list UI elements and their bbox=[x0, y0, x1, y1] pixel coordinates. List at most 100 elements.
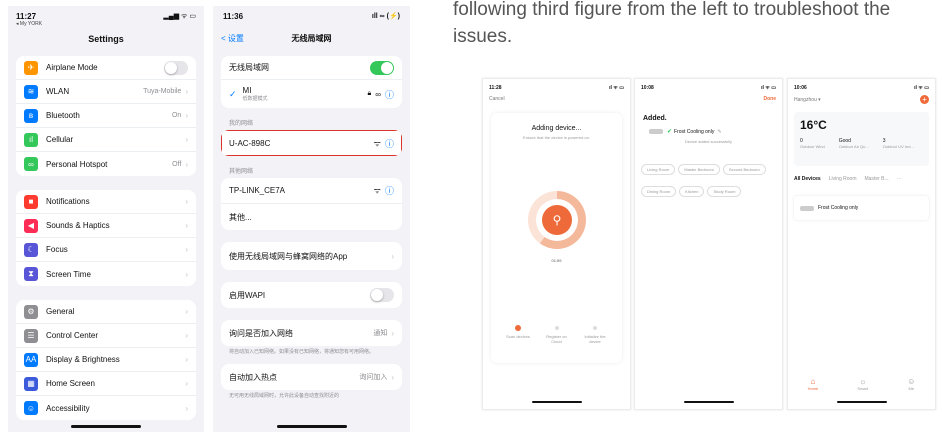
chevron-right-icon: › bbox=[185, 197, 188, 206]
chevron-right-icon: › bbox=[185, 331, 188, 340]
status-bar: 11:36 ıll ∞ (⚡) bbox=[213, 6, 410, 28]
settings-row-notifications[interactable]: ■ Notifications › bbox=[16, 190, 196, 214]
lock-icon: 🔒︎ bbox=[367, 90, 372, 97]
toggle-switch[interactable] bbox=[164, 60, 188, 75]
home-indicator bbox=[836, 401, 887, 403]
auto-hotspot-group: 自动加入热点 询问加入 › bbox=[221, 364, 402, 390]
chevron-right-icon: › bbox=[185, 159, 188, 169]
tab-living-room[interactable]: Living Room bbox=[829, 176, 857, 182]
edit-icon[interactable]: ✎ bbox=[717, 129, 721, 135]
tab-all-devices[interactable]: All Devices bbox=[794, 176, 821, 182]
settings-row-wlan[interactable]: ≋ WLAN Tuya-Mobile › bbox=[16, 80, 196, 104]
connected-network-row[interactable]: ✓ MI 低数据模式 🔒︎ ∞ ⓘ bbox=[221, 80, 402, 108]
apps-row[interactable]: 使用无线局域网与蜂窝网络的App › bbox=[221, 242, 402, 270]
auto-hotspot-label: 自动加入热点 bbox=[229, 372, 277, 382]
network-row[interactable]: TP-LINK_CE7A ᯤ ⓘ bbox=[221, 178, 402, 204]
settings-row-display-brightness[interactable]: AA Display & Brightness › bbox=[16, 348, 196, 372]
auto-hotspot-row[interactable]: 自动加入热点 询问加入 › bbox=[221, 364, 402, 390]
status-time: 11:28 bbox=[489, 85, 502, 91]
chevron-right-icon: › bbox=[185, 269, 188, 279]
apps-label: 使用无线局域网与蜂窝网络的App bbox=[229, 251, 348, 261]
settings-row-label: Focus bbox=[46, 245, 68, 254]
other-network-label: 其他... bbox=[229, 212, 252, 222]
ask-join-row[interactable]: 询问是否加入网络 通知 › bbox=[221, 320, 402, 346]
settings-row-screen-time[interactable]: ⧗ Screen Time › bbox=[16, 262, 196, 286]
settings-row-label: Sounds & Haptics bbox=[46, 221, 110, 230]
wapi-group: 启用WAPI bbox=[221, 282, 402, 308]
settings-row-personal-hotspot[interactable]: ∞ Personal Hotspot Off › bbox=[16, 152, 196, 176]
settings-screen: 11:27 ◂ My YORK ▂▄▆ ᯤ ▭ Settings ✈ Airpla… bbox=[8, 6, 204, 432]
other-networks-header: 其他网络 bbox=[229, 169, 254, 175]
nav-smart[interactable]: ☼ Smart bbox=[857, 377, 868, 391]
room-chip[interactable]: Master Bedroom bbox=[678, 164, 720, 175]
settings-row-value: On bbox=[171, 112, 182, 119]
wlan-toggle[interactable] bbox=[370, 60, 394, 75]
search-button[interactable]: ⚲ bbox=[542, 205, 572, 235]
settings-row-cellular[interactable]: ıl Cellular › bbox=[16, 128, 196, 152]
bottom-nav: ⌂ Home ☼ Smart ☺ Me bbox=[788, 377, 935, 391]
settings-row-airplane-mode[interactable]: ✈ Airplane Mode bbox=[16, 56, 196, 80]
settings-row-focus[interactable]: ☾ Focus › bbox=[16, 238, 196, 262]
smart-icon: ☼ bbox=[859, 377, 867, 386]
focus-icon: ☾ bbox=[24, 242, 38, 257]
wapi-toggle[interactable] bbox=[370, 288, 394, 302]
info-icon[interactable]: ⓘ bbox=[385, 137, 394, 150]
chevron-right-icon: › bbox=[391, 372, 394, 382]
settings-row-label: Display & Brightness bbox=[46, 355, 120, 364]
chevron-right-icon: › bbox=[185, 87, 188, 96]
apps-group: 使用无线局域网与蜂窝网络的App › bbox=[221, 242, 402, 270]
network-row-highlighted[interactable]: U-AC-898C ᯤ ⓘ bbox=[221, 130, 402, 156]
status-bar: 10:08 ıl ᯤ ▭ bbox=[635, 79, 782, 93]
settings-row-label: Bluetooth bbox=[46, 111, 80, 120]
tab-master-bedroom[interactable]: Master B... bbox=[864, 176, 888, 182]
info-icon[interactable]: ⓘ bbox=[385, 184, 394, 197]
device-icon bbox=[649, 129, 663, 134]
adding-title: Adding device... bbox=[531, 125, 582, 132]
settings-row-bluetooth[interactable]: ʙ Bluetooth On › bbox=[16, 104, 196, 128]
room-chip[interactable]: Dining Room bbox=[641, 186, 677, 197]
wifi-icon: ≋ bbox=[24, 84, 38, 99]
location-selector[interactable]: Hangzhou ▾ bbox=[794, 97, 821, 103]
device-card[interactable]: Frost Cooling only bbox=[794, 196, 929, 220]
countdown-timer: 01:59 bbox=[551, 258, 562, 263]
chevron-right-icon: › bbox=[185, 221, 188, 230]
adding-subtitle: Ensure that the device is powered on. bbox=[523, 135, 590, 140]
room-chip[interactable]: Living Room bbox=[641, 164, 676, 175]
home-indicator bbox=[71, 425, 141, 428]
info-icon[interactable]: ⓘ bbox=[385, 88, 394, 101]
settings-row-home-screen[interactable]: ▦ Home Screen › bbox=[16, 372, 196, 396]
settings-row-sounds-haptics[interactable]: ◀ Sounds & Haptics › bbox=[16, 214, 196, 238]
more-icon[interactable]: ··· bbox=[897, 176, 902, 182]
home-indicator bbox=[683, 401, 734, 403]
room-chip[interactable]: Study Room bbox=[707, 186, 742, 197]
weather-stats: 0 Outdoor Wind Good Outdoor Air Qu... 3 Out… bbox=[800, 138, 923, 149]
device-name: Frost Cooling only bbox=[818, 205, 859, 211]
device-added-sub: Device added successfully bbox=[684, 139, 733, 144]
room-chip[interactable]: Second Bedroom bbox=[722, 164, 766, 175]
cancel-button[interactable]: Cancel bbox=[483, 93, 630, 105]
done-button[interactable]: Done bbox=[635, 93, 782, 105]
connected-network-sub: 低数据模式 bbox=[242, 96, 268, 102]
status-bar: 11:28 ıl ᯤ ▭ bbox=[483, 79, 630, 93]
weather-wind: 0 Outdoor Wind bbox=[800, 138, 825, 149]
nav-home[interactable]: ⌂ Home bbox=[808, 377, 819, 391]
signal-battery-icon: ıll ∞ (⚡) bbox=[371, 13, 400, 20]
settings-group-connectivity: ✈ Airplane Mode ≋ WLAN Tuya-Mobile › ʙ Bluetoot… bbox=[16, 56, 196, 176]
wifi-icon: ᯤ bbox=[373, 138, 381, 148]
nav-me[interactable]: ☺ Me bbox=[907, 377, 915, 391]
device-name: Frost Cooling only bbox=[674, 128, 715, 135]
settings-row-label: Personal Hotspot bbox=[46, 159, 108, 169]
settings-row-accessibility[interactable]: ☺ Accessibility › bbox=[16, 396, 196, 420]
settings-row-control-center[interactable]: ☰ Control Center › bbox=[16, 324, 196, 348]
home-screen: 10:06 ıl ᯤ ▭ Hangzhou ▾ + 16°C 0 Outdoor … bbox=[787, 78, 936, 410]
other-network-row[interactable]: 其他... bbox=[221, 204, 402, 230]
room-chip[interactable]: Kitchen bbox=[679, 186, 705, 197]
back-to-app-link[interactable]: ◂ My YORK bbox=[16, 21, 42, 27]
device-icon bbox=[800, 205, 814, 211]
add-icon[interactable]: + bbox=[920, 95, 929, 104]
network-name: U-AC-898C bbox=[229, 138, 271, 148]
settings-row-general[interactable]: ⚙ General › bbox=[16, 300, 196, 324]
settings-row-label: Home Screen bbox=[46, 379, 95, 388]
settings-row-value: Off bbox=[172, 160, 182, 168]
signal-battery-icon: ▂▄▆ ᯤ ▭ bbox=[163, 13, 196, 20]
